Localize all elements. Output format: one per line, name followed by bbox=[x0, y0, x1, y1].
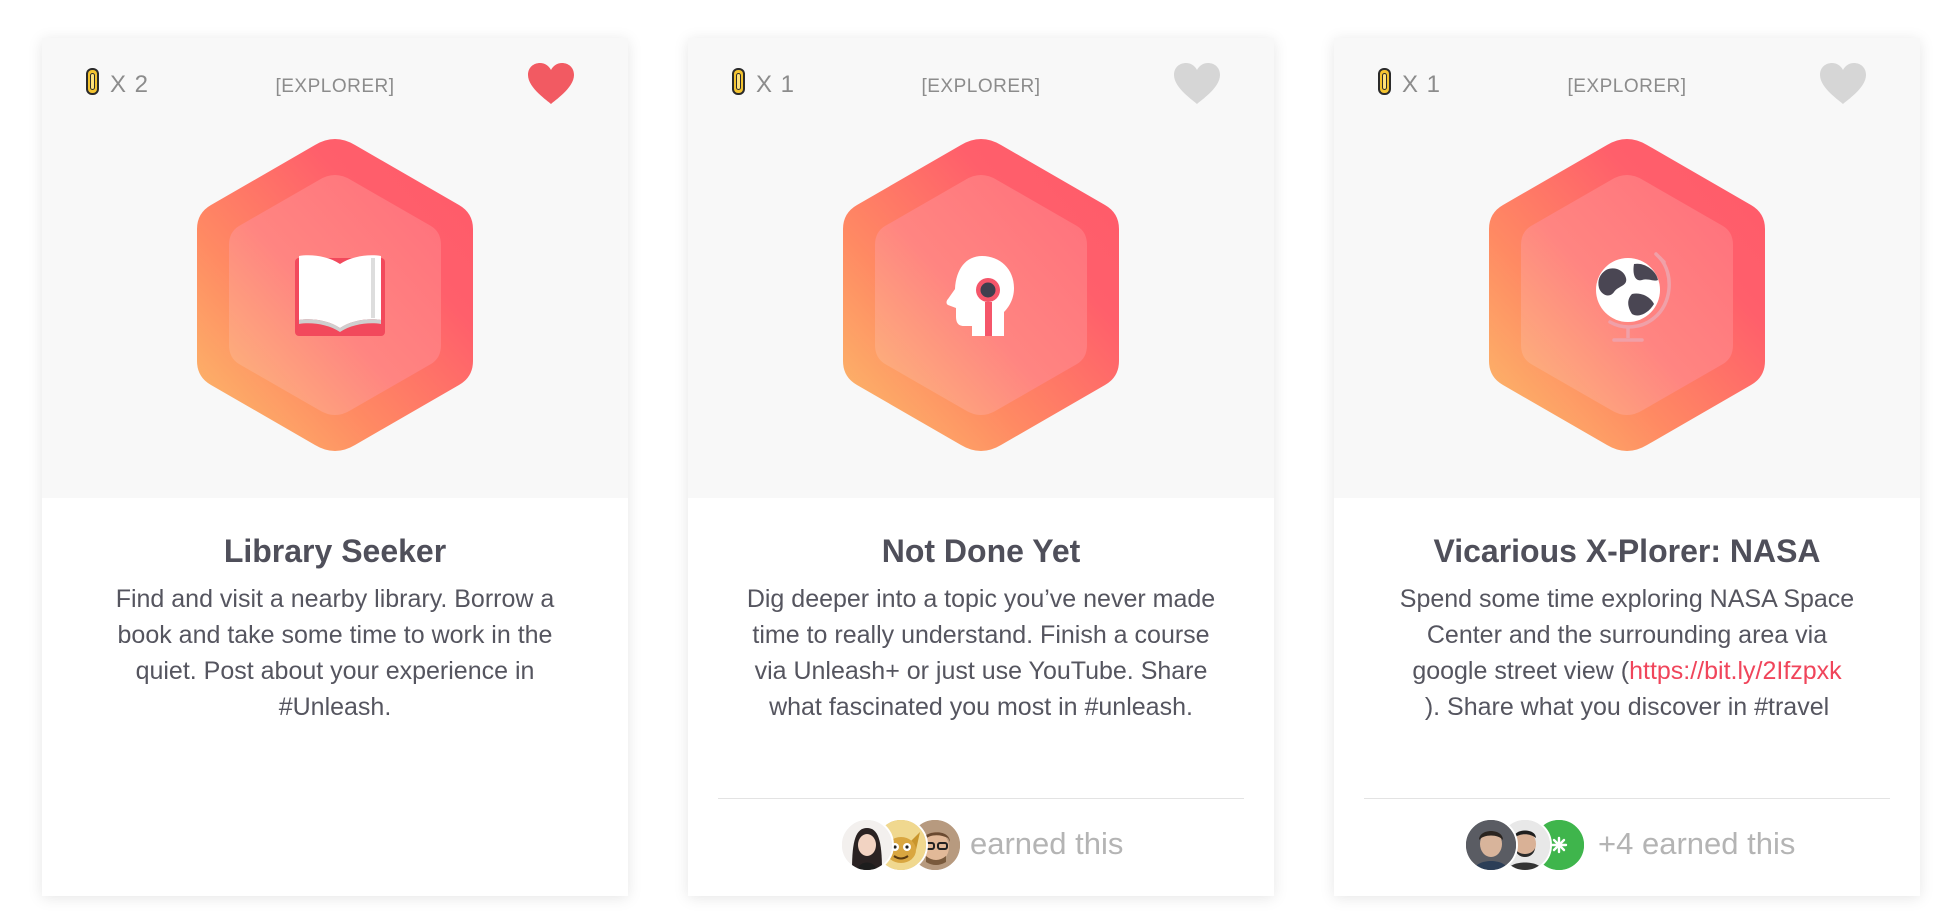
card-header: X 2 [EXPLORER] bbox=[42, 38, 628, 498]
badge-cards: X 2 [EXPLORER] Library Seeker Find and v… bbox=[0, 0, 1952, 924]
earned-text: +4 earned this bbox=[1598, 826, 1796, 861]
badge-title: Library Seeker bbox=[223, 533, 447, 569]
heart-icon[interactable] bbox=[1818, 62, 1868, 106]
card-header: X 1 [EXPLORER] bbox=[688, 38, 1274, 498]
badge-description: Dig deeper into a topic you’ve never mad… bbox=[746, 585, 1216, 721]
badge-card-vicarious-x-plorer-nasa[interactable]: X 1 [EXPLORER] Vicarious X-Plorer: NASA … bbox=[1334, 38, 1920, 896]
heart-icon[interactable] bbox=[1172, 62, 1222, 106]
earned-by[interactable]: +4 earned this bbox=[1464, 818, 1824, 872]
badge-description: Spend some time exploring NASA Space Cen… bbox=[1392, 581, 1862, 725]
earned-text: earned this bbox=[970, 826, 1124, 861]
description-link[interactable]: https://bit.ly/2Ifzpxk bbox=[1629, 657, 1842, 685]
earned-by[interactable]: earned this bbox=[840, 818, 1140, 872]
badge-card-library-seeker[interactable]: X 2 [EXPLORER] Library Seeker Find and v… bbox=[42, 38, 628, 896]
card-divider bbox=[1364, 798, 1890, 799]
globe-icon bbox=[1596, 252, 1671, 342]
card-divider bbox=[718, 798, 1244, 799]
card-header: X 1 [EXPLORER] bbox=[1334, 38, 1920, 498]
avatar[interactable] bbox=[1464, 818, 1518, 872]
badge-card-not-done-yet[interactable]: X 1 [EXPLORER] Not Done Yet Dig deeper i… bbox=[688, 38, 1274, 896]
description-text: ). Share what you discover in #travel bbox=[1424, 693, 1830, 721]
book-icon bbox=[295, 255, 385, 336]
badge-title: Not Done Yet bbox=[881, 533, 1081, 569]
heart-icon[interactable] bbox=[526, 62, 576, 106]
avatar[interactable] bbox=[840, 818, 894, 872]
badge-title: Vicarious X-Plorer: NASA bbox=[1433, 533, 1821, 569]
badge-description: Find and visit a nearby library. Borrow … bbox=[115, 585, 555, 721]
head-idea-icon bbox=[946, 256, 1014, 336]
